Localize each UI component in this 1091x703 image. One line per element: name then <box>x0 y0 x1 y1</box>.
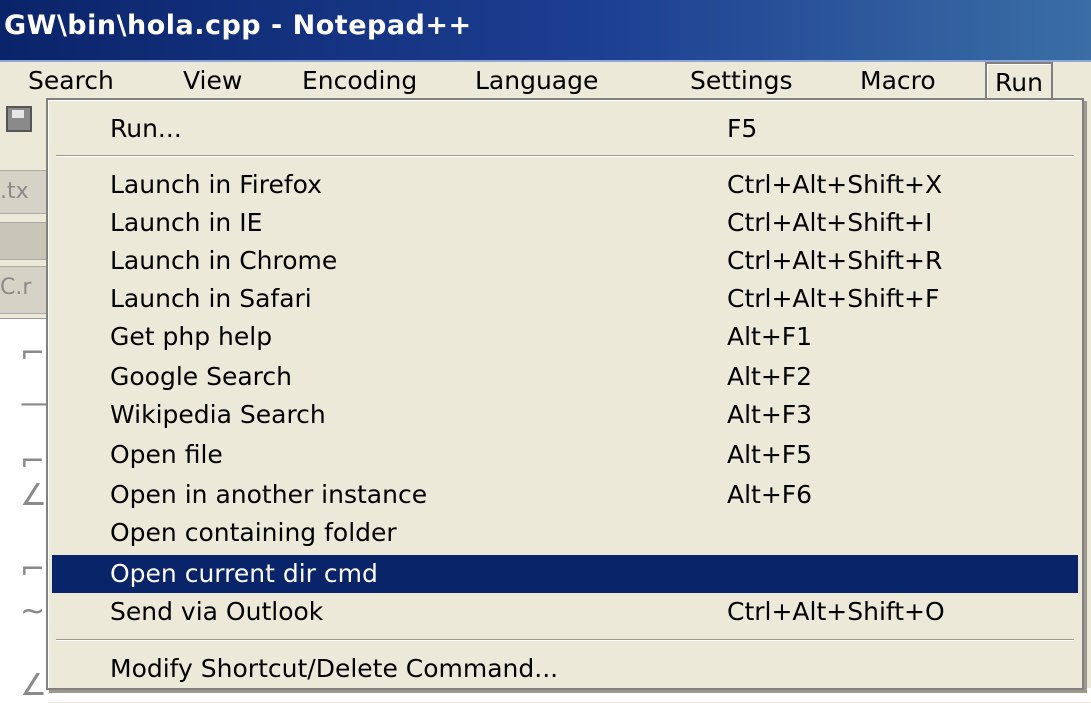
menu-item-wikipedia-search[interactable]: Wikipedia Search Alt+F3 <box>52 396 1078 434</box>
menu-settings[interactable]: Settings <box>690 62 793 100</box>
fold-marker-icon: ⌐ <box>20 336 46 371</box>
menu-item-label: Get php help <box>110 322 273 351</box>
menu-macro[interactable]: Macro <box>860 62 936 100</box>
menu-item-open-containing-folder[interactable]: Open containing folder <box>52 514 1078 552</box>
menu-separator <box>56 155 1074 157</box>
menu-item-launch-chrome[interactable]: Launch in Chrome Ctrl+Alt+Shift+R <box>52 242 1078 280</box>
menu-item-label: Open in another instance <box>110 480 428 509</box>
menu-item-label: Launch in IE <box>110 208 263 237</box>
menu-item-shortcut: Alt+F5 <box>727 440 813 469</box>
editor-area[interactable]: ⌐ — ⌐ ∠ ⌐ ~ ∠ <box>0 318 50 703</box>
menu-item-modify-shortcut[interactable]: Modify Shortcut/Delete Command... <box>52 650 1078 688</box>
menu-item-run[interactable]: Run... F5 <box>52 110 1078 148</box>
fold-marker-icon: ~ <box>20 594 46 629</box>
menu-encoding[interactable]: Encoding <box>302 62 417 100</box>
menu-item-open-file[interactable]: Open file Alt+F5 <box>52 436 1078 474</box>
run-menu-dropdown: Run... F5 Launch in Firefox Ctrl+Alt+Shi… <box>46 98 1084 690</box>
menu-search[interactable]: Search <box>28 62 114 100</box>
background-tab-strip <box>0 222 48 260</box>
menu-item-get-php-help[interactable]: Get php help Alt+F1 <box>52 318 1078 356</box>
background-tab-bar: .tx <box>0 170 48 214</box>
menu-bar: Search View Encoding Language Settings M… <box>0 62 1091 102</box>
menu-item-label: Launch in Chrome <box>110 246 338 275</box>
menu-item-label: Launch in Safari <box>110 284 312 313</box>
menu-item-shortcut: Alt+F1 <box>727 322 813 351</box>
menu-item-launch-firefox[interactable]: Launch in Firefox Ctrl+Alt+Shift+X <box>52 166 1078 204</box>
background-tab-label[interactable]: .tx <box>0 179 29 204</box>
menu-item-label: Launch in Firefox <box>110 170 322 199</box>
background-tab-label-2[interactable]: C.r <box>0 275 31 300</box>
menu-item-shortcut: Ctrl+Alt+Shift+F <box>727 284 940 313</box>
menu-item-label: Send via Outlook <box>110 597 324 626</box>
menu-item-label: Run... <box>110 114 182 143</box>
fold-marker-icon: ∠ <box>20 668 47 703</box>
menu-item-open-current-dir-cmd[interactable]: Open current dir cmd <box>52 555 1078 593</box>
menu-item-shortcut: Ctrl+Alt+Shift+X <box>727 170 943 199</box>
menu-item-label: Open containing folder <box>110 518 397 547</box>
fold-marker-icon: ⌐ <box>20 552 46 587</box>
menu-item-send-via-outlook[interactable]: Send via Outlook Ctrl+Alt+Shift+O <box>52 593 1078 631</box>
background-tab-bar-2: C.r <box>0 266 48 314</box>
menu-item-label: Open file <box>110 440 223 469</box>
menu-item-label: Open current dir cmd <box>110 559 378 588</box>
fold-marker-icon: ∠ <box>20 478 47 513</box>
menu-item-shortcut: Ctrl+Alt+Shift+R <box>727 246 943 275</box>
menu-view[interactable]: View <box>183 62 242 100</box>
menu-item-shortcut: Ctrl+Alt+Shift+O <box>727 597 945 626</box>
menu-item-label: Google Search <box>110 362 292 391</box>
menu-item-open-another-instance[interactable]: Open in another instance Alt+F6 <box>52 476 1078 514</box>
menu-separator <box>56 639 1074 641</box>
window-title: GW\bin\hola.cpp - Notepad++ <box>4 10 472 41</box>
menu-item-launch-safari[interactable]: Launch in Safari Ctrl+Alt+Shift+F <box>52 280 1078 318</box>
menu-item-shortcut: Ctrl+Alt+Shift+I <box>727 208 933 237</box>
title-bar: GW\bin\hola.cpp - Notepad++ <box>0 0 1091 62</box>
menu-item-shortcut: Alt+F2 <box>727 362 813 391</box>
menu-run[interactable]: Run <box>985 62 1053 102</box>
menu-item-launch-ie[interactable]: Launch in IE Ctrl+Alt+Shift+I <box>52 204 1078 242</box>
menu-item-label: Modify Shortcut/Delete Command... <box>110 654 559 683</box>
menu-language[interactable]: Language <box>475 62 598 100</box>
menu-item-shortcut: F5 <box>727 114 758 143</box>
menu-item-shortcut: Alt+F3 <box>727 400 813 429</box>
fold-marker-icon: ⌐ <box>20 444 46 479</box>
menu-item-google-search[interactable]: Google Search Alt+F2 <box>52 358 1078 396</box>
save-icon[interactable] <box>6 106 32 132</box>
editor-bottom-strip <box>48 688 1091 702</box>
menu-item-label: Wikipedia Search <box>110 400 326 429</box>
menu-item-shortcut: Alt+F6 <box>727 480 813 509</box>
